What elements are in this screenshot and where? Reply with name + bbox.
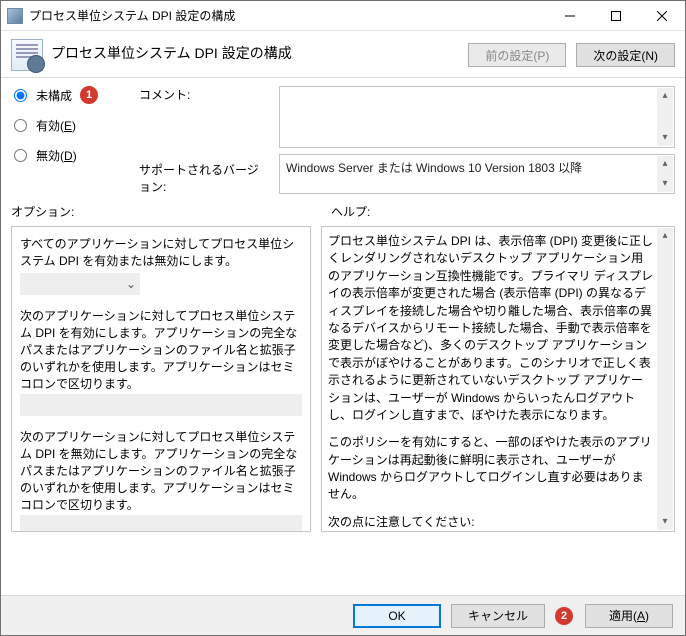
radio-enabled-input[interactable] xyxy=(14,119,27,132)
scroll-down-icon[interactable]: ▾ xyxy=(657,130,673,146)
scroll-down-icon[interactable]: ▾ xyxy=(657,514,673,530)
radio-enabled-label: 有効(E) xyxy=(36,117,76,134)
scrollbar[interactable]: ▴ ▾ xyxy=(657,228,673,530)
disable-apps-input[interactable] xyxy=(20,515,302,532)
supported-label: サポートされるバージョン: xyxy=(139,161,269,195)
options-text-1: すべてのアプリケーションに対してプロセス単位システム DPI を有効または無効に… xyxy=(20,235,302,269)
options-text-2: 次のアプリケーションに対してプロセス単位システム DPI を有効にします。アプリ… xyxy=(20,307,302,392)
window-title: プロセス単位システム DPI 設定の構成 xyxy=(29,7,547,24)
policy-icon xyxy=(11,39,43,71)
next-setting-button[interactable]: 次の設定(N) xyxy=(576,43,675,67)
annotation-2: 2 xyxy=(555,607,573,625)
radio-enabled[interactable]: 有効(E) xyxy=(11,116,129,134)
ok-button[interactable]: OK xyxy=(353,604,441,628)
scrollbar[interactable]: ▴ ▾ xyxy=(657,156,673,192)
scroll-up-icon[interactable]: ▴ xyxy=(657,88,673,104)
cancel-button[interactable]: キャンセル xyxy=(451,604,545,628)
scroll-down-icon[interactable]: ▾ xyxy=(657,176,673,192)
options-label: オプション: xyxy=(11,203,311,220)
help-label: ヘルプ: xyxy=(331,203,675,220)
minimize-button[interactable] xyxy=(547,1,593,31)
footer: OK キャンセル 2 適用(A) xyxy=(1,595,685,635)
supported-on-box: Windows Server または Windows 10 Version 18… xyxy=(279,154,675,194)
minimize-icon xyxy=(565,11,575,21)
help-paragraph: プロセス単位システム DPI は、表示倍率 (DPI) 変更後に正しくレンダリン… xyxy=(328,233,654,424)
help-paragraph: 次の点に注意してください: xyxy=(328,514,654,531)
columns: すべてのアプリケーションに対してプロセス単位システム DPI を有効または無効に… xyxy=(1,222,685,542)
radio-not-configured[interactable]: 未構成 1 xyxy=(11,86,129,104)
app-icon xyxy=(7,8,23,24)
chevron-down-icon: ⌄ xyxy=(126,277,136,291)
annotation-1: 1 xyxy=(80,86,98,104)
comment-label: コメント: xyxy=(139,86,269,103)
header: プロセス単位システム DPI 設定の構成 前の設定(P) 次の設定(N) xyxy=(1,31,685,73)
comment-textarea[interactable]: ▴ ▾ xyxy=(279,86,675,148)
enable-apps-input[interactable] xyxy=(20,394,302,416)
help-paragraph: このポリシーを有効にすると、一部のぼやけた表示のアプリケーションは再起動後に鮮明… xyxy=(328,434,654,504)
close-button[interactable] xyxy=(639,1,685,31)
scroll-up-icon[interactable]: ▴ xyxy=(657,156,673,172)
maximize-icon xyxy=(611,11,621,21)
config-area: 未構成 1 有効(E) 無効(D) コメント: サポートされるバージョン: ▴ … xyxy=(1,78,685,199)
policy-title: プロセス単位システム DPI 設定の構成 xyxy=(51,39,292,63)
scrollbar[interactable]: ▴ ▾ xyxy=(657,88,673,146)
previous-setting-button: 前の設定(P) xyxy=(468,43,566,67)
help-panel: プロセス単位システム DPI は、表示倍率 (DPI) 変更後に正しくレンダリン… xyxy=(321,226,675,532)
apply-button[interactable]: 適用(A) xyxy=(585,604,673,628)
close-icon xyxy=(657,11,667,21)
radio-not-configured-input[interactable] xyxy=(14,89,27,102)
maximize-button[interactable] xyxy=(593,1,639,31)
radio-disabled-input[interactable] xyxy=(14,149,27,162)
scroll-up-icon[interactable]: ▴ xyxy=(657,228,673,244)
supported-on-text: Windows Server または Windows 10 Version 18… xyxy=(286,161,582,175)
dpi-all-apps-combo[interactable]: ⌄ xyxy=(20,273,140,295)
titlebar: プロセス単位システム DPI 設定の構成 xyxy=(1,1,685,31)
radio-disabled-label: 無効(D) xyxy=(36,147,77,164)
options-text-3: 次のアプリケーションに対してプロセス単位システム DPI を無効にします。アプリ… xyxy=(20,428,302,513)
radio-not-configured-label: 未構成 xyxy=(36,87,72,104)
radio-disabled[interactable]: 無効(D) xyxy=(11,146,129,164)
options-panel: すべてのアプリケーションに対してプロセス単位システム DPI を有効または無効に… xyxy=(11,226,311,532)
